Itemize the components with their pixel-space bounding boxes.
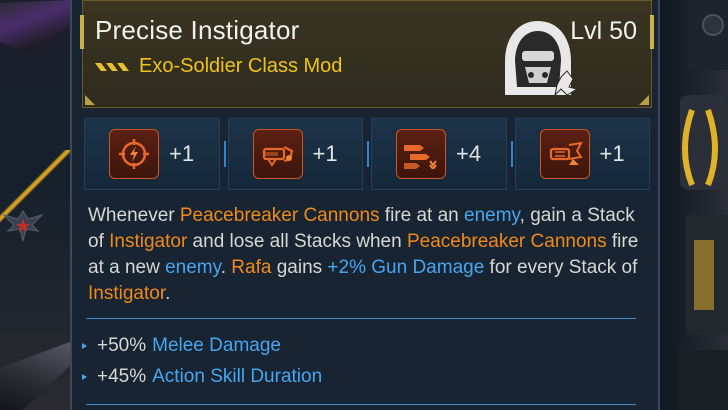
skill-slot-2[interactable]: +1: [223, 118, 363, 190]
keyword-enemy: enemy: [165, 257, 221, 278]
item-description: Whenever Peacebreaker Cannons fire at an…: [88, 203, 648, 307]
background-right-scene: [648, 0, 728, 410]
header-notch-left: [80, 15, 84, 49]
section-divider: [86, 318, 636, 319]
cannon-icon: [252, 129, 303, 179]
item-level: Lvl 50: [570, 17, 637, 45]
item-card: Precise Instigator Exo-Soldier Class Mod…: [70, 0, 660, 410]
bullets-icon: [396, 129, 446, 179]
weapon-thumbnail-bottom: [0, 340, 75, 410]
section-divider-bottom: [86, 404, 636, 405]
item-type-row: Exo-Soldier Class Mod: [95, 55, 342, 78]
header-corner-right: [639, 95, 649, 105]
skill-value: +1: [169, 141, 195, 166]
desc-text: .: [220, 257, 232, 278]
skill-slot-4[interactable]: +1: [510, 118, 650, 190]
weapon-thumbnail: [0, 0, 70, 54]
skill-value: +1: [599, 141, 625, 166]
skill-bonuses: +1 +1 +4 +1: [84, 118, 650, 190]
bullet-icon: [82, 373, 87, 380]
stat-bonus-name: Melee Damage: [152, 334, 281, 356]
skill-slot-3[interactable]: +4: [367, 118, 507, 190]
keyword-enemy: enemy: [464, 205, 520, 226]
desc-text: for every Stack of: [484, 257, 638, 278]
item-name: Precise Instigator: [95, 15, 300, 45]
item-header: Precise Instigator Exo-Soldier Class Mod…: [80, 0, 654, 108]
keyword-peacebreaker-cannons: Peacebreaker Cannons: [179, 205, 380, 226]
desc-text: .: [165, 283, 171, 304]
desc-text: and lose all Stacks when: [187, 231, 407, 252]
header-corner-left: [85, 95, 95, 105]
desc-text: fire at an: [379, 205, 465, 226]
keyword-instigator: Instigator: [88, 283, 166, 304]
robot-figure: [678, 0, 728, 410]
stat-bonus-value: +50%: [97, 334, 147, 356]
skill-divider: [223, 141, 226, 167]
stat-bonus-name: Action Skill Duration: [152, 365, 323, 387]
item-type: Exo-Soldier Class Mod: [139, 55, 343, 77]
header-notch-right: [650, 15, 654, 49]
skill-value: +1: [312, 141, 338, 166]
stat-bonus-list: +50% Melee Damage +45% Action Skill Dura…: [82, 330, 642, 392]
background-left-scene: [0, 0, 80, 410]
stat-bonus-item: +45% Action Skill Duration: [82, 361, 642, 392]
crosshair-lightning-icon: [109, 129, 159, 179]
cannon-fire-icon: [539, 129, 590, 179]
keyword-peacebreaker-cannons: Peacebreaker Cannons: [406, 231, 607, 252]
triple-chevron-icon: [95, 61, 131, 73]
skill-value: +4: [456, 141, 482, 166]
keyword-rafa: Rafa: [231, 257, 272, 278]
desc-text: gains: [271, 257, 328, 278]
stat-bonus-value: +45%: [97, 365, 147, 387]
stat-bonus-item: +50% Melee Damage: [82, 330, 642, 361]
skill-slot-1[interactable]: +1: [84, 118, 220, 190]
keyword-gun-damage: +2% Gun Damage: [327, 257, 485, 278]
skill-divider: [510, 141, 513, 167]
keyword-instigator: Instigator: [109, 231, 188, 252]
bullet-icon: [82, 342, 87, 349]
skill-divider: [367, 141, 369, 167]
hooded-helmet-icon: [505, 21, 579, 97]
eagle-emblem-icon: [2, 210, 44, 242]
desc-text: Whenever: [88, 205, 180, 226]
